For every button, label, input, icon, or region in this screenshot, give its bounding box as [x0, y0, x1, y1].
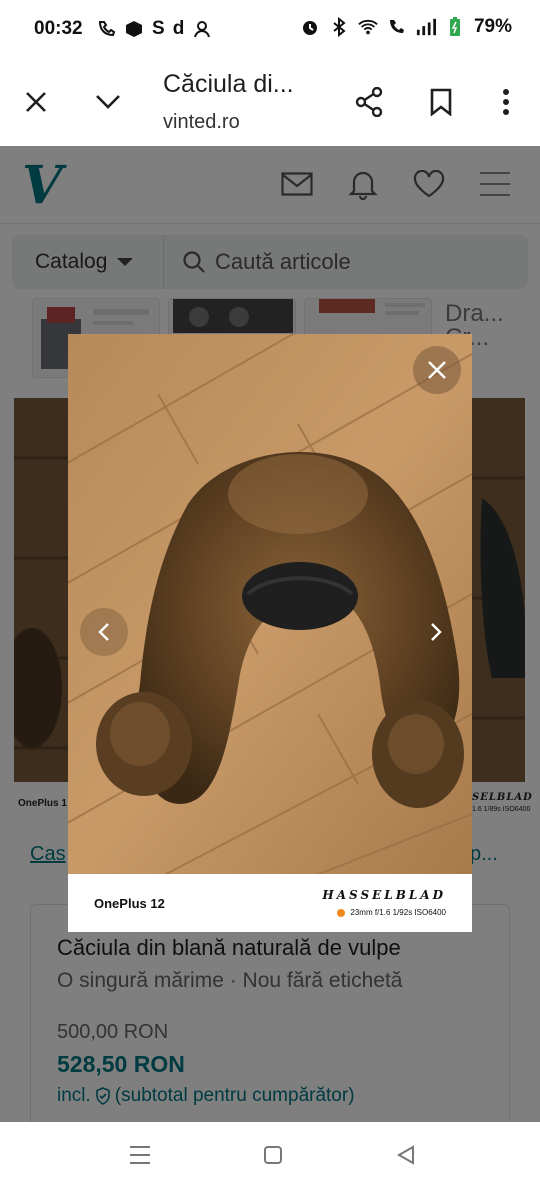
orange-dot-icon [337, 908, 346, 917]
bluetooth-icon [329, 16, 349, 38]
person-outline-icon [192, 18, 212, 40]
alarm-icon [300, 16, 320, 38]
watermark-specs: 23mm f/1.6 1/92s ISO6400 [337, 908, 446, 917]
back-icon [396, 1145, 414, 1165]
chevron-down-icon [96, 95, 120, 109]
chevron-left-icon [98, 623, 109, 641]
next-photo-button[interactable] [412, 608, 460, 656]
wifi-icon [358, 16, 378, 38]
bookmark-icon [430, 88, 452, 116]
chevron-right-icon [431, 623, 442, 641]
page-domain: vinted.ro [163, 111, 240, 133]
item-photo [68, 334, 472, 895]
custom-tab-header: Căciula di... vinted.ro [0, 60, 540, 146]
close-tab-button[interactable] [14, 80, 58, 124]
back-button[interactable] [391, 1140, 421, 1170]
more-options-button[interactable] [484, 80, 528, 124]
battery-icon [445, 16, 465, 38]
wifi-call-icon [96, 18, 116, 40]
s-app-icon: S [152, 18, 165, 39]
watermark-specs-text: 23mm f/1.6 1/92s ISO6400 [350, 908, 446, 917]
box-icon [124, 18, 144, 40]
bookmark-button[interactable] [419, 80, 463, 124]
close-icon [26, 92, 46, 112]
photo-watermark-footer: OnePlus 12 HASSELBLAD 23mm f/1.6 1/92s I… [68, 874, 472, 932]
status-time: 00:32 [34, 18, 83, 39]
system-nav-bar [0, 1122, 540, 1188]
expand-button[interactable] [86, 80, 130, 124]
close-lightbox-button[interactable] [413, 346, 461, 394]
home-button[interactable] [258, 1140, 288, 1170]
page-title: Căciula di... [163, 70, 294, 98]
battery-percent: 79% [473, 16, 512, 37]
wifi-calling-icon [387, 16, 407, 38]
close-icon [428, 361, 446, 379]
recents-button[interactable] [125, 1140, 155, 1170]
signal-icon [416, 16, 436, 38]
recents-icon [130, 1146, 150, 1164]
d-app-icon: d [172, 18, 185, 39]
more-vert-icon [503, 89, 509, 115]
previous-photo-button[interactable] [80, 608, 128, 656]
share-button[interactable] [347, 80, 391, 124]
share-icon [355, 87, 383, 117]
watermark-phone-model: OnePlus 12 [94, 896, 165, 911]
status-bar: 00:32 S d 79% [0, 0, 540, 60]
home-icon [264, 1146, 282, 1164]
watermark-camera-brand: HASSELBLAD [322, 888, 446, 902]
